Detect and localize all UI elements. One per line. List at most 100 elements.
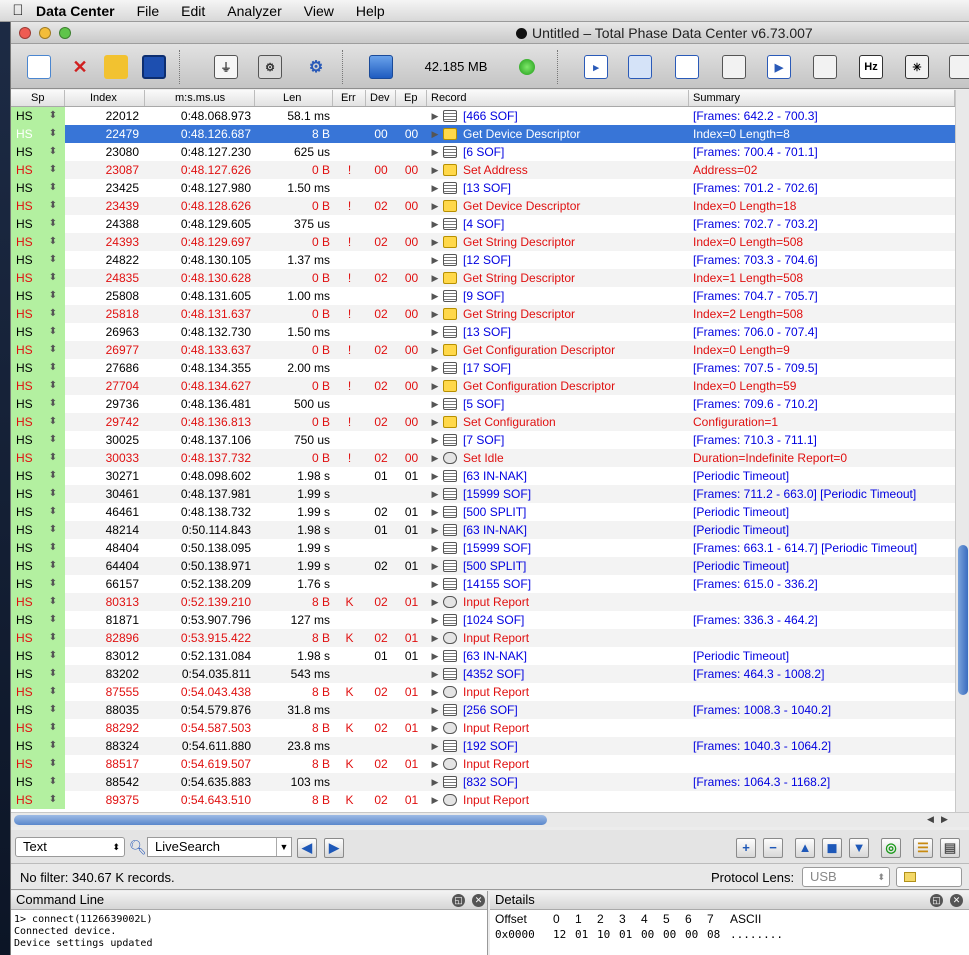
col-err[interactable]: Err: [333, 90, 366, 106]
close-panel-icon[interactable]: ✕: [950, 894, 963, 907]
col-ep[interactable]: Ep: [396, 90, 427, 106]
expand-triangle-icon[interactable]: ▶: [427, 629, 443, 647]
table-row[interactable]: HS ⬍ 27704 0:48.134.627 0 B! 02 00 ▶ Get Configu…: [11, 377, 955, 395]
expand-triangle-icon[interactable]: ▶: [427, 161, 443, 179]
expand-triangle-icon[interactable]: ▶: [427, 305, 443, 323]
col-sp[interactable]: Sp: [11, 90, 65, 106]
table-row[interactable]: HS ⬍ 87555 0:54.043.438 8 B K 02 01 ▶ Input Repor…: [11, 683, 955, 701]
scroll-left-icon[interactable]: ◀: [927, 814, 934, 825]
lens-option-select[interactable]: [896, 867, 962, 887]
col-index[interactable]: Index: [65, 90, 145, 106]
col-summary[interactable]: Summary: [689, 90, 955, 106]
network-view-icon[interactable]: ✳: [905, 55, 929, 79]
expand-triangle-icon[interactable]: ▶: [427, 521, 443, 539]
expand-triangle-icon[interactable]: ▶: [427, 503, 443, 521]
expand-triangle-icon[interactable]: ▶: [427, 593, 443, 611]
table-row[interactable]: HS ⬍ 66157 0:52.138.209 1.76 s ▶ [14155 SOF] [F…: [11, 575, 955, 593]
table-row[interactable]: HS ⬍ 88035 0:54.579.876 31.8 ms ▶ [256 SOF] [Fr…: [11, 701, 955, 719]
expand-triangle-icon[interactable]: ▶: [427, 467, 443, 485]
expand-triangle-icon[interactable]: ▶: [427, 215, 443, 233]
usb-device-icon[interactable]: ⏚: [214, 55, 238, 79]
detach-icon[interactable]: ◱: [930, 894, 943, 907]
expand-triangle-icon[interactable]: ▶: [427, 251, 443, 269]
terminal-view-icon[interactable]: ▸: [584, 55, 608, 79]
table-row[interactable]: HS ⬍ 29742 0:48.136.813 0 B! 02 00 ▶ Set Configu…: [11, 413, 955, 431]
new-document-icon[interactable]: [27, 55, 51, 79]
expand-triangle-icon[interactable]: ▶: [427, 719, 443, 737]
table-row[interactable]: HS ⬍ 82896 0:53.915.422 8 B K 02 01 ▶ Input Repor…: [11, 629, 955, 647]
expand-triangle-icon[interactable]: ▶: [427, 125, 443, 143]
table-row[interactable]: HS ⬍ 26963 0:48.132.730 1.50 ms ▶ [13 SOF] [Fra…: [11, 323, 955, 341]
search-prev-button[interactable]: ◀: [297, 838, 317, 858]
delete-capture-icon[interactable]: ✕: [68, 55, 92, 79]
expand-triangle-icon[interactable]: ▶: [427, 269, 443, 287]
add-filter-button[interactable]: +: [736, 838, 756, 858]
table-row[interactable]: HS ⬍ 64404 0:50.138.971 1.99 s 02 01 ▶ [500 SPLI…: [11, 557, 955, 575]
expand-triangle-icon[interactable]: ▶: [427, 197, 443, 215]
search-input[interactable]: LiveSearch ▼: [147, 837, 292, 857]
expand-triangle-icon[interactable]: ▶: [427, 107, 443, 125]
search-next-button[interactable]: ▶: [324, 838, 344, 858]
expand-triangle-icon[interactable]: ▶: [427, 737, 443, 755]
expand-triangle-icon[interactable]: ▶: [427, 611, 443, 629]
vertical-scroll-thumb[interactable]: [958, 545, 968, 695]
expand-triangle-icon[interactable]: ▶: [427, 773, 443, 791]
expand-triangle-icon[interactable]: ▶: [427, 431, 443, 449]
expand-triangle-icon[interactable]: ▶: [427, 647, 443, 665]
col-dev[interactable]: Dev: [366, 90, 396, 106]
protocol-lens-select[interactable]: USB ⬍: [802, 867, 890, 887]
table-row[interactable]: HS ⬍ 88517 0:54.619.507 8 B K 02 01 ▶ Input Repor…: [11, 755, 955, 773]
waveform-view-icon[interactable]: [949, 55, 969, 79]
table-row[interactable]: HS ⬍ 30271 0:48.098.602 1.98 s 01 01 ▶ [63 IN-NA…: [11, 467, 955, 485]
scroll-right-icon[interactable]: ▶: [941, 814, 948, 825]
search-dropdown-icon[interactable]: ▼: [276, 838, 291, 856]
apple-icon[interactable]: : [0, 2, 36, 19]
packet-view-icon[interactable]: [675, 55, 699, 79]
expand-triangle-icon[interactable]: ▶: [427, 485, 443, 503]
table-row[interactable]: HS ⬍ 30033 0:48.137.732 0 B! 02 00 ▶ Set Idle Dur…: [11, 449, 955, 467]
stack-filter-button[interactable]: ☰: [913, 838, 933, 858]
expand-triangle-icon[interactable]: ▶: [427, 179, 443, 197]
data-view-icon[interactable]: [722, 55, 746, 79]
table-row[interactable]: HS ⬍ 48214 0:50.114.843 1.98 s 01 01 ▶ [63 IN-NA…: [11, 521, 955, 539]
table-row[interactable]: HS ⬍ 23425 0:48.127.980 1.50 ms ▶ [13 SOF] [Fra…: [11, 179, 955, 197]
save-icon[interactable]: [142, 55, 166, 79]
expand-triangle-icon[interactable]: ▶: [427, 791, 443, 809]
expand-triangle-icon[interactable]: ▶: [427, 359, 443, 377]
table-row[interactable]: HS ⬍ 24388 0:48.129.605 375 us ▶ [4 SOF] [Frame…: [11, 215, 955, 233]
table-row[interactable]: HS ⬍ 48404 0:50.138.095 1.99 s ▶ [15999 SOF] [F…: [11, 539, 955, 557]
expand-triangle-icon[interactable]: ▶: [427, 665, 443, 683]
frequency-view-icon[interactable]: Hz: [859, 55, 883, 79]
table-row[interactable]: HS ⬍ 24822 0:48.130.105 1.37 ms ▶ [12 SOF] [Fra…: [11, 251, 955, 269]
expand-triangle-icon[interactable]: ▶: [427, 575, 443, 593]
table-row[interactable]: HS ⬍ 24835 0:48.130.628 0 B! 02 00 ▶ Get String …: [11, 269, 955, 287]
table-row[interactable]: HS ⬍ 23080 0:48.127.230 625 us ▶ [6 SOF] [Frame…: [11, 143, 955, 161]
expand-triangle-icon[interactable]: ▶: [427, 341, 443, 359]
expand-triangle-icon[interactable]: ▶: [427, 233, 443, 251]
detach-icon[interactable]: ◱: [452, 894, 465, 907]
play-view-icon[interactable]: ▶: [767, 55, 791, 79]
stop-capture-icon[interactable]: [369, 55, 393, 79]
expand-triangle-icon[interactable]: ▶: [427, 557, 443, 575]
command-output[interactable]: 1> connect(1126639002L) Connected device…: [11, 910, 487, 954]
capture-settings-icon[interactable]: ⚙: [304, 55, 328, 79]
expand-triangle-icon[interactable]: ▶: [427, 143, 443, 161]
menu-view[interactable]: View: [304, 3, 334, 19]
expand-triangle-icon[interactable]: ▶: [427, 701, 443, 719]
table-view-icon[interactable]: [628, 55, 652, 79]
table-row[interactable]: HS ⬍ 80313 0:52.139.210 8 B K 02 01 ▶ Input Repor…: [11, 593, 955, 611]
menu-analyzer[interactable]: Analyzer: [227, 3, 281, 19]
horizontal-scroll-thumb[interactable]: [14, 815, 547, 825]
close-panel-icon[interactable]: ✕: [472, 894, 485, 907]
device-settings-icon[interactable]: ⚙: [258, 55, 282, 79]
table-row[interactable]: HS ⬍ 30025 0:48.137.106 750 us ▶ [7 SOF] [Frame…: [11, 431, 955, 449]
table-row[interactable]: HS ⬍ 88292 0:54.587.503 8 B K 02 01 ▶ Input Repor…: [11, 719, 955, 737]
table-row[interactable]: HS ⬍ 22012 0:48.068.973 58.1 ms ▶ [466 SOF] [Fr…: [11, 107, 955, 125]
expand-triangle-icon[interactable]: ▶: [427, 683, 443, 701]
minimize-window-button[interactable]: [39, 27, 51, 39]
menu-edit[interactable]: Edit: [181, 3, 205, 19]
vertical-scrollbar[interactable]: [955, 90, 969, 812]
collapse-bottom-button[interactable]: ▼: [849, 838, 869, 858]
horizontal-scrollbar[interactable]: ◀ ▶: [11, 812, 969, 827]
table-row[interactable]: HS ⬍ 23439 0:48.128.626 0 B! 02 00 ▶ Get Device …: [11, 197, 955, 215]
